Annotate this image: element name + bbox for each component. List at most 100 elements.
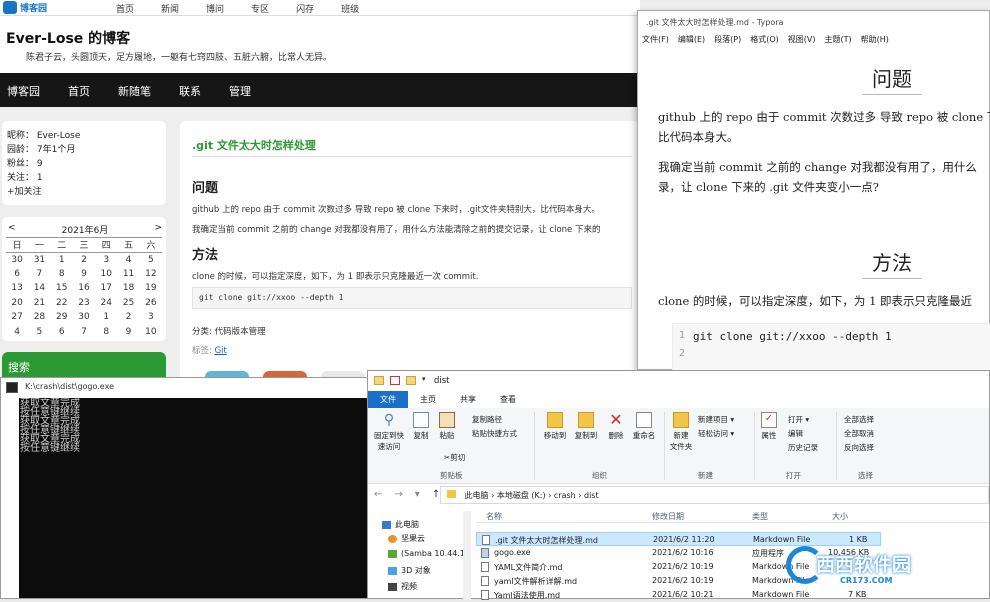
typora-heading-problem[interactable]: 问题: [862, 63, 922, 95]
calendar-day[interactable]: 14: [28, 281, 50, 296]
calendar-day[interactable]: 5: [28, 325, 50, 340]
code-line[interactable]: git clone git://xxoo --depth 1: [693, 330, 892, 343]
calendar-day[interactable]: 30: [6, 252, 28, 267]
nav-3d-objects[interactable]: 3D 对象: [388, 565, 431, 576]
forward-arrow-icon[interactable]: →: [394, 489, 402, 500]
nav-new-post[interactable]: 新随笔: [118, 83, 151, 99]
new-folder-button[interactable]: 新建 文件夹: [668, 412, 694, 452]
site-title[interactable]: Ever-Lose 的博客: [6, 28, 130, 48]
calendar-day[interactable]: 2: [117, 310, 139, 325]
explorer-titlebar[interactable]: ▾ dist: [368, 371, 989, 391]
nav-admin[interactable]: 管理: [229, 83, 251, 99]
calendar-day[interactable]: 10: [140, 325, 162, 340]
easy-access-button[interactable]: 轻松访问 ▾: [698, 428, 734, 439]
top-link-class[interactable]: 班级: [341, 2, 359, 15]
tab-file[interactable]: 文件: [368, 391, 408, 408]
crumb-crash[interactable]: crash: [554, 491, 576, 500]
typora-paragraph-1a[interactable]: github 上的 repo 由于 commit 次数过多 导致 repo 被 …: [658, 107, 990, 127]
nav-this-pc[interactable]: 此电脑: [382, 519, 419, 530]
crumb-this-pc[interactable]: 此电脑: [465, 491, 489, 500]
top-link-home[interactable]: 首页: [116, 2, 134, 15]
calendar-day[interactable]: 24: [95, 296, 117, 311]
calendar-day[interactable]: 4: [6, 325, 28, 340]
calendar-day[interactable]: 7: [28, 267, 50, 282]
typora-paragraph-2b[interactable]: 录，让 clone 下来的 .git 文件夹变小一点?: [658, 177, 879, 197]
column-size[interactable]: 大小: [832, 511, 848, 522]
calendar-day[interactable]: 10: [95, 267, 117, 282]
top-link-qa[interactable]: 博问: [206, 2, 224, 15]
calendar-day[interactable]: 28: [28, 310, 50, 325]
copy-path-button[interactable]: 复制路径: [472, 414, 502, 425]
calendar-next[interactable]: >: [154, 223, 162, 236]
paste-shortcut-button[interactable]: 粘贴快捷方式: [472, 428, 517, 439]
calendar-day[interactable]: 25: [117, 296, 139, 311]
typora-code-block[interactable]: 1 git clone git://xxoo --depth 1 2: [672, 323, 990, 371]
typora-paragraph-3[interactable]: clone 的时候，可以指定深度，如下，为 1 即表示只克隆最近: [658, 291, 972, 311]
delete-button[interactable]: ✕ 删除: [604, 412, 628, 441]
crumb-drive[interactable]: 本地磁盘 (K:): [497, 491, 546, 500]
column-date[interactable]: 修改日期: [652, 511, 684, 522]
calendar-day[interactable]: 11: [117, 267, 139, 282]
calendar-day[interactable]: 30: [73, 310, 95, 325]
calendar-day[interactable]: 19: [140, 281, 162, 296]
menu-view[interactable]: 视图(V): [788, 34, 816, 45]
calendar-day[interactable]: 16: [73, 281, 95, 296]
nav-home[interactable]: 首页: [68, 83, 90, 99]
rename-button[interactable]: 重命名: [630, 412, 658, 441]
properties-button[interactable]: ✓ 属性: [758, 412, 780, 441]
column-type[interactable]: 类型: [752, 511, 768, 522]
nav-contact[interactable]: 联系: [179, 83, 201, 99]
move-to-button[interactable]: 移动到: [540, 412, 570, 441]
copy-to-button[interactable]: 复制到: [571, 412, 601, 441]
copy-button[interactable]: 复制: [410, 412, 432, 441]
menu-paragraph[interactable]: 段落(P): [714, 34, 741, 45]
nav-videos[interactable]: 视频: [388, 581, 417, 592]
calendar-day[interactable]: 22: [51, 296, 73, 311]
menu-format[interactable]: 格式(O): [750, 34, 779, 45]
calendar-day[interactable]: 20: [6, 296, 28, 311]
calendar-day[interactable]: 15: [51, 281, 73, 296]
top-link-flash[interactable]: 闪存: [296, 2, 314, 15]
tab-share[interactable]: 共享: [448, 391, 488, 408]
tag-link-git[interactable]: Git: [215, 346, 227, 356]
add-follow-link[interactable]: +加关注: [7, 185, 161, 199]
new-folder-quick-icon[interactable]: [406, 376, 416, 385]
typora-paragraph-1b[interactable]: 比代码本身大。: [658, 127, 739, 147]
calendar-day[interactable]: 18: [117, 281, 139, 296]
history-button[interactable]: 历史记录: [788, 442, 818, 453]
calendar-day[interactable]: 27: [6, 310, 28, 325]
new-item-button[interactable]: 新建项目 ▾: [698, 414, 734, 425]
typora-heading-method[interactable]: 方法: [862, 247, 922, 279]
nav-scrollbar[interactable]: [463, 511, 471, 600]
calendar-day[interactable]: 9: [117, 325, 139, 340]
profile-fans[interactable]: 粉丝： 9: [7, 157, 161, 171]
properties-quick-icon[interactable]: [390, 376, 400, 385]
back-arrow-icon[interactable]: ←: [374, 489, 382, 500]
top-link-news[interactable]: 新闻: [161, 2, 179, 15]
calendar-day[interactable]: 6: [51, 325, 73, 340]
recent-dropdown-icon[interactable]: ▾: [415, 489, 420, 500]
calendar-day[interactable]: 9: [73, 267, 95, 282]
top-link-zone[interactable]: 专区: [251, 2, 269, 15]
calendar-day[interactable]: 23: [73, 296, 95, 311]
calendar-day[interactable]: 4: [117, 252, 139, 267]
menu-help[interactable]: 帮助(H): [861, 34, 889, 45]
menu-theme[interactable]: 主题(T): [824, 34, 851, 45]
calendar-day[interactable]: 17: [95, 281, 117, 296]
calendar-day[interactable]: 13: [6, 281, 28, 296]
calendar-day[interactable]: 21: [28, 296, 50, 311]
select-none-button[interactable]: 全部取消: [844, 428, 874, 439]
calendar-day[interactable]: 7: [73, 325, 95, 340]
calendar-day[interactable]: 26: [140, 296, 162, 311]
cut-button[interactable]: ✂剪切: [444, 452, 465, 463]
calendar-day[interactable]: 1: [51, 252, 73, 267]
pin-quick-access-button[interactable]: ⚲ 固定到快 速访问: [372, 412, 406, 452]
up-arrow-icon[interactable]: ↑: [432, 489, 440, 500]
edit-button[interactable]: 编辑: [788, 428, 803, 439]
typora-title[interactable]: .git 文件太大时怎样处理.md - Typora: [646, 17, 783, 28]
column-name[interactable]: 名称: [486, 511, 502, 522]
calendar-prev[interactable]: <: [8, 223, 16, 236]
category-link[interactable]: 代码版本管理: [215, 327, 266, 337]
console-titlebar[interactable]: K:\crash\dist\gogo.exe: [1, 378, 368, 398]
calendar-day[interactable]: 1: [95, 310, 117, 325]
